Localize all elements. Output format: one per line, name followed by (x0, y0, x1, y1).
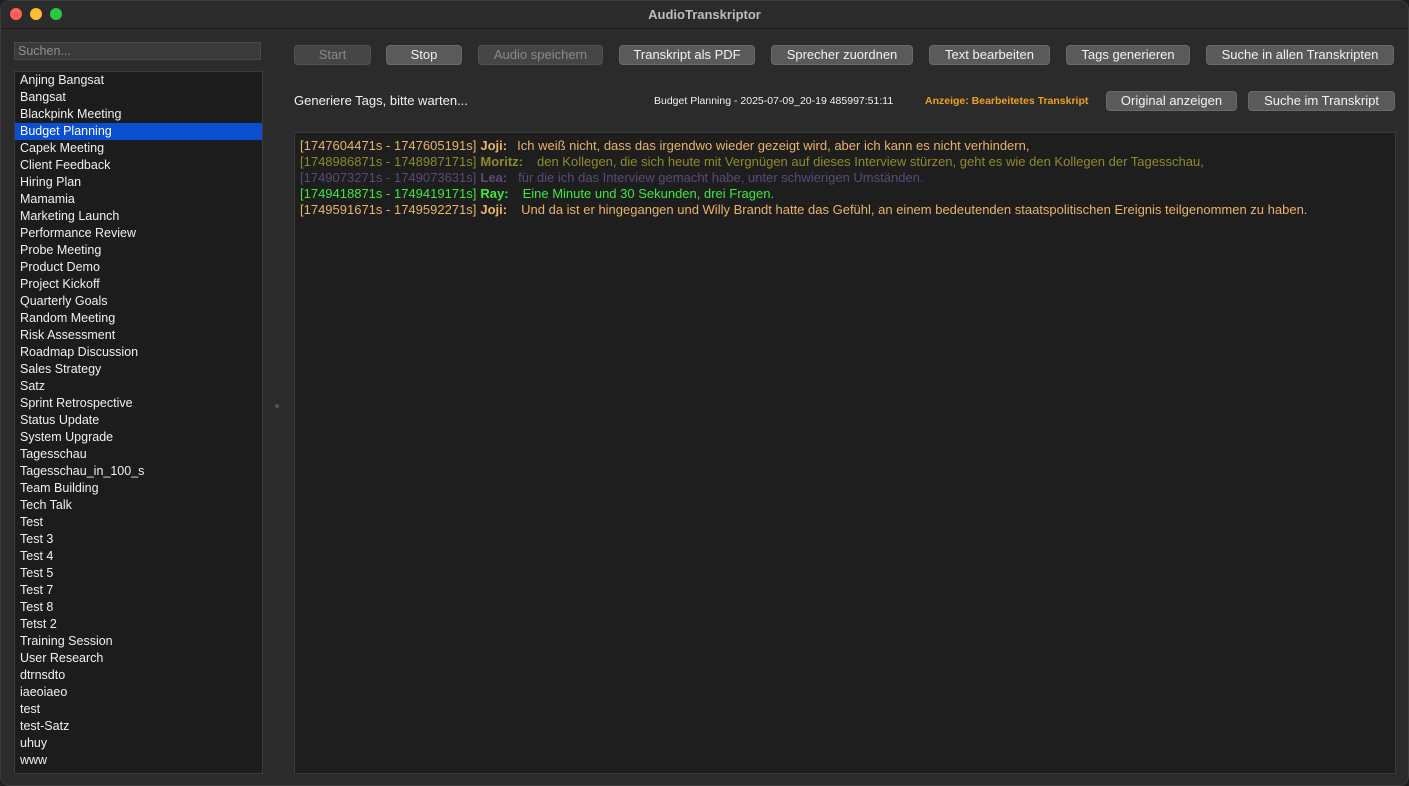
transcript-line: [1749073271s - 1749073631s] Lea: für die i… (300, 170, 924, 186)
list-item[interactable]: Risk Assessment (15, 327, 262, 344)
list-item[interactable]: Random Meeting (15, 310, 262, 327)
transcript-line: [1748986871s - 1748987171s] Moritz: den Ko… (300, 154, 1204, 170)
list-item[interactable]: Roadmap Discussion (15, 344, 262, 361)
list-item[interactable]: Client Feedback (15, 157, 262, 174)
timestamp: [1749591671s - 1749592271s] (300, 202, 477, 217)
list-item[interactable]: Test 8 (15, 599, 262, 616)
timestamp: [1749073271s - 1749073631s] (300, 170, 477, 185)
search-input[interactable] (14, 42, 261, 60)
timestamp: [1749418871s - 1749419171s] (300, 186, 477, 201)
list-item[interactable]: Tagesschau_in_100_s (15, 463, 262, 480)
transcript-view[interactable]: [1747604471s - 1747605191s] Joji: Ich weiß… (294, 132, 1396, 774)
list-item[interactable]: Tetst 2 (15, 616, 262, 633)
edit-text-button[interactable]: Text bearbeiten (929, 45, 1050, 65)
list-item[interactable]: Test 7 (15, 582, 262, 599)
list-item[interactable]: test-Satz (15, 718, 262, 735)
utterance-text: Eine Minute und 30 Sekunden, drei Fragen… (522, 186, 775, 201)
list-item[interactable]: Sales Strategy (15, 361, 262, 378)
app-window: AudioTranskriptor Anjing BangsatBangsatB… (0, 0, 1409, 786)
window-title: AudioTranskriptor (648, 7, 761, 22)
search-transcript-button[interactable]: Suche im Transkript (1248, 91, 1395, 111)
list-item[interactable]: dtrnsdto (15, 667, 262, 684)
utterance-text: Und da ist er hingegangen und Willy Bran… (521, 202, 1308, 217)
speaker-label: Ray: (480, 186, 509, 201)
list-item[interactable]: Tech Talk (15, 497, 262, 514)
transcript-line: [1747604471s - 1747605191s] Joji: Ich weiß… (300, 138, 1029, 154)
generate-tags-button[interactable]: Tags generieren (1066, 45, 1190, 65)
title-bar: AudioTranskriptor (1, 1, 1408, 29)
list-item[interactable]: Mamamia (15, 191, 262, 208)
speaker-label: Moritz: (480, 154, 523, 169)
list-item[interactable]: User Research (15, 650, 262, 667)
transcript-line: [1749418871s - 1749419171s] Ray: Eine Minu… (300, 186, 774, 202)
show-original-button[interactable]: Original anzeigen (1106, 91, 1237, 111)
display-mode-label: Anzeige: Bearbeitetes Transkript (925, 95, 1089, 107)
splitter-handle[interactable] (275, 404, 279, 408)
status-message: Generiere Tags, bitte warten... (294, 93, 468, 108)
list-item[interactable]: Test 3 (15, 531, 262, 548)
list-item[interactable]: Hiring Plan (15, 174, 262, 191)
list-item[interactable]: Test (15, 514, 262, 531)
assign-speaker-button[interactable]: Sprecher zuordnen (771, 45, 913, 65)
list-item[interactable]: Test 4 (15, 548, 262, 565)
list-item[interactable]: Team Building (15, 480, 262, 497)
list-item[interactable]: Anjing Bangsat (15, 72, 262, 89)
speaker-label: Joji: (480, 138, 508, 153)
export-pdf-button[interactable]: Transkript als PDF (619, 45, 755, 65)
list-item[interactable]: Sprint Retrospective (15, 395, 262, 412)
list-item[interactable]: Project Kickoff (15, 276, 262, 293)
speaker-label: Joji: (480, 202, 508, 217)
list-item[interactable]: Test 5 (15, 565, 262, 582)
list-item[interactable]: Product Demo (15, 259, 262, 276)
timestamp: [1747604471s - 1747605191s] (300, 138, 477, 153)
list-item[interactable]: Training Session (15, 633, 262, 650)
stop-button[interactable]: Stop (386, 45, 462, 65)
list-item[interactable]: test (15, 701, 262, 718)
speaker-label: Lea: (480, 170, 508, 185)
transcript-line: [1749591671s - 1749592271s] Joji: Und da i… (300, 202, 1307, 218)
list-item[interactable]: Tagesschau (15, 446, 262, 463)
list-item[interactable]: Satz (15, 378, 262, 395)
list-item[interactable]: Budget Planning (15, 123, 262, 140)
transcript-list[interactable]: Anjing Bangsat Bangsat Blackpink Meeting Bu… (14, 71, 263, 774)
utterance-text: für die ich das Interview gemacht habe, … (518, 170, 924, 185)
list-item[interactable]: iaeoiaeo (15, 684, 262, 701)
search-all-transcripts-button[interactable]: Suche in allen Transkripten (1206, 45, 1394, 65)
list-item[interactable]: Marketing Launch (15, 208, 262, 225)
list-item[interactable]: Quarterly Goals (15, 293, 262, 310)
list-item[interactable]: Blackpink Meeting (15, 106, 262, 123)
save-audio-button[interactable]: Audio speichern (478, 45, 603, 65)
utterance-text: Ich weiß nicht, dass das irgendwo wieder… (517, 138, 1030, 153)
start-button[interactable]: Start (294, 45, 371, 65)
list-item[interactable]: System Upgrade (15, 429, 262, 446)
list-item[interactable]: Capek Meeting (15, 140, 262, 157)
list-item[interactable]: www (15, 752, 262, 769)
list-item[interactable]: Probe Meeting (15, 242, 262, 259)
recording-info: Budget Planning - 2025-07-09_20-19 48599… (654, 95, 894, 107)
list-item[interactable]: Bangsat (15, 89, 262, 106)
utterance-text: den Kollegen, die sich heute mit Vergnüg… (537, 154, 1204, 169)
list-item[interactable]: uhuy (15, 735, 262, 752)
list-item[interactable]: Performance Review (15, 225, 262, 242)
timestamp: [1748986871s - 1748987171s] (300, 154, 477, 169)
list-item[interactable]: Status Update (15, 412, 262, 429)
